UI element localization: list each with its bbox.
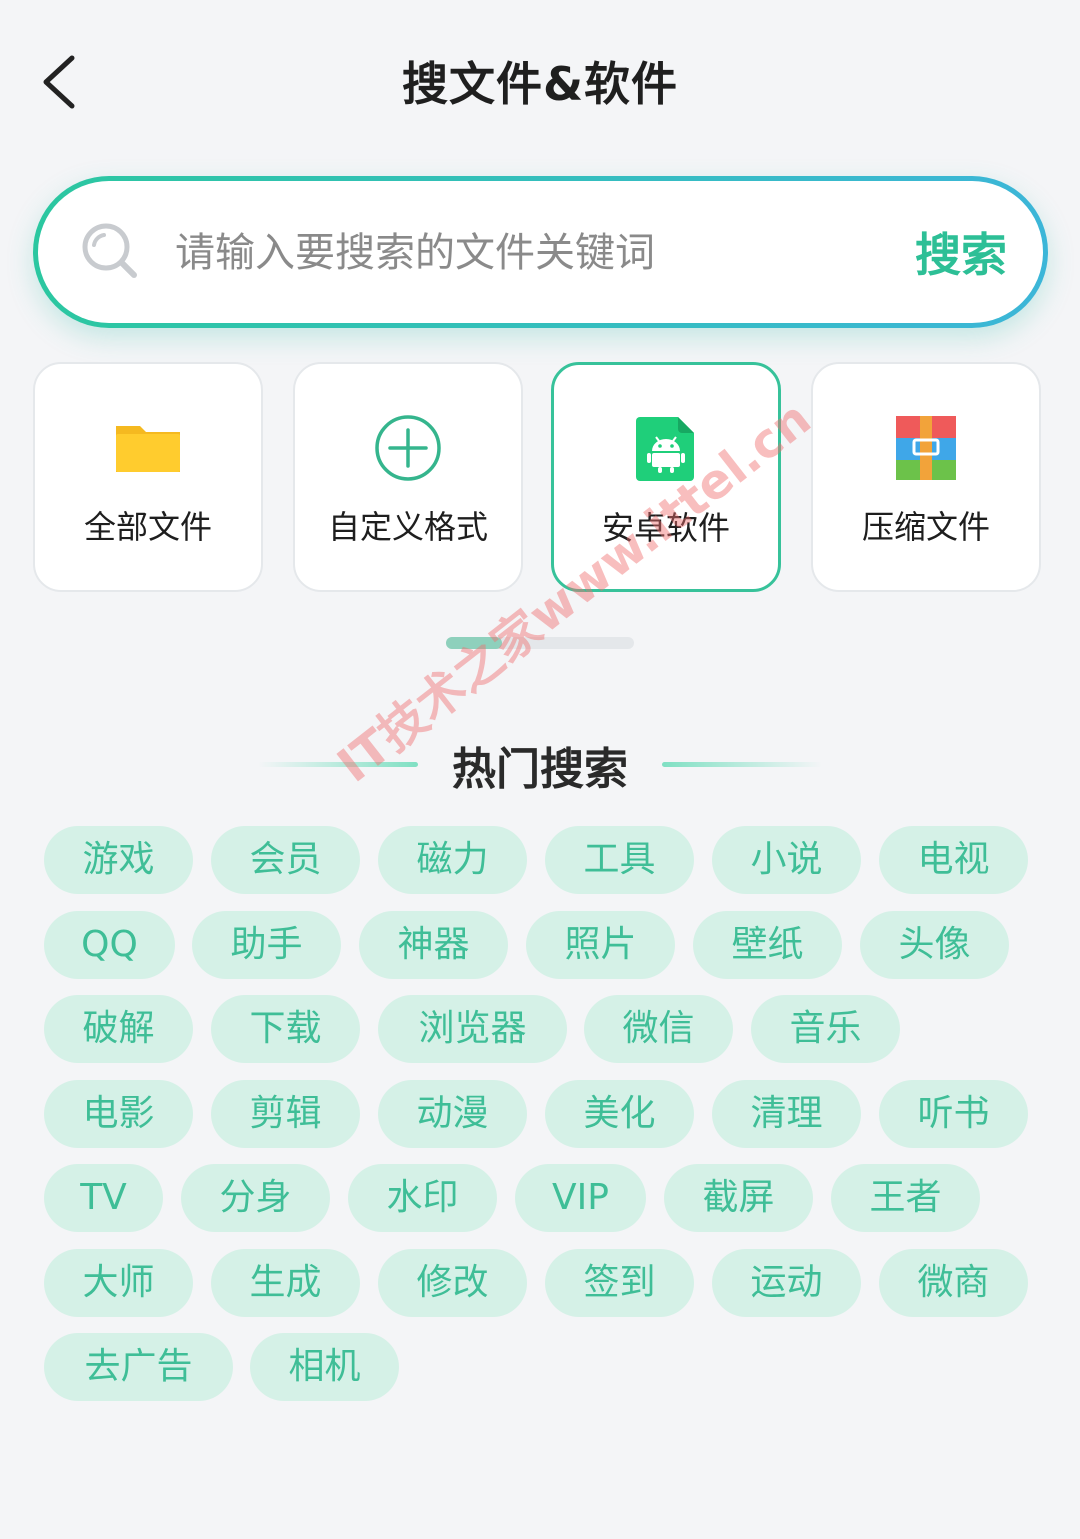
hot-tag[interactable]: 照片 bbox=[526, 910, 675, 979]
hot-tag[interactable]: 微商 bbox=[879, 1248, 1028, 1317]
tag-row: 去广告 相机 bbox=[44, 1333, 1044, 1418]
tag-row: QQ 助手 神器 照片 壁纸 头像 bbox=[44, 910, 1044, 996]
search-input[interactable] bbox=[173, 221, 877, 285]
hot-tag[interactable]: 签到 bbox=[545, 1248, 694, 1317]
search-box: 搜索 bbox=[38, 181, 1043, 323]
page-indicator-active bbox=[446, 637, 502, 649]
hot-tag[interactable]: 去广告 bbox=[44, 1333, 233, 1401]
hot-tag[interactable]: 磁力 bbox=[378, 826, 527, 894]
hot-tag[interactable]: 生成 bbox=[211, 1248, 360, 1317]
category-all-files[interactable]: 全部文件 bbox=[33, 362, 263, 592]
hot-tag[interactable]: 动漫 bbox=[378, 1079, 527, 1148]
archive-icon bbox=[896, 416, 956, 480]
page-indicator bbox=[446, 637, 634, 649]
hot-tag[interactable]: 助手 bbox=[192, 910, 341, 979]
category-label: 自定义格式 bbox=[327, 508, 488, 546]
search-icon bbox=[82, 223, 137, 278]
hot-tag[interactable]: 破解 bbox=[44, 995, 193, 1063]
tag-row: 大师 生成 修改 签到 运动 微商 bbox=[44, 1248, 1044, 1334]
category-label: 压缩文件 bbox=[861, 508, 990, 546]
category-archive[interactable]: 压缩文件 bbox=[811, 362, 1041, 592]
divider-right bbox=[662, 762, 822, 767]
hot-tag[interactable]: 清理 bbox=[712, 1079, 861, 1148]
category-label: 全部文件 bbox=[83, 508, 212, 546]
hot-tag[interactable]: 电视 bbox=[879, 826, 1028, 894]
hot-tag[interactable]: 会员 bbox=[211, 826, 360, 894]
tag-row: 游戏 会员 磁力 工具 小说 电视 bbox=[44, 826, 1044, 911]
hot-tag[interactable]: 下载 bbox=[211, 995, 360, 1063]
category-label: 安卓软件 bbox=[601, 509, 730, 547]
hot-tag[interactable]: 神器 bbox=[359, 910, 508, 979]
hot-tag[interactable]: VIP bbox=[515, 1164, 646, 1232]
hot-tag[interactable]: TV bbox=[44, 1164, 163, 1232]
hot-tag[interactable]: 电影 bbox=[44, 1079, 193, 1148]
hot-tag[interactable]: 游戏 bbox=[44, 826, 193, 894]
tag-row: 破解 下载 浏览器 微信 音乐 bbox=[44, 995, 1044, 1080]
hot-tag[interactable]: 运动 bbox=[712, 1248, 861, 1317]
hot-tag[interactable]: 水印 bbox=[348, 1164, 497, 1232]
category-row: 全部文件 自定义格式 安卓软件 压缩文件 bbox=[33, 362, 1045, 596]
hot-search-tags: 游戏 会员 磁力 工具 小说 电视 QQ 助手 神器 照片 壁纸 头像 破解 下… bbox=[44, 826, 1044, 1418]
hot-tag[interactable]: 壁纸 bbox=[693, 910, 842, 979]
hot-tag[interactable]: 剪辑 bbox=[211, 1079, 360, 1148]
tag-row: 电影 剪辑 动漫 美化 清理 听书 bbox=[44, 1079, 1044, 1165]
hot-tag[interactable]: 听书 bbox=[879, 1079, 1028, 1148]
hot-tag[interactable]: 工具 bbox=[545, 826, 694, 894]
hot-tag[interactable]: 分身 bbox=[181, 1164, 330, 1232]
category-android-software[interactable]: 安卓软件 bbox=[551, 362, 781, 592]
hot-tag[interactable]: 修改 bbox=[378, 1248, 527, 1317]
hot-tag[interactable]: 截屏 bbox=[664, 1164, 813, 1232]
category-custom-format[interactable]: 自定义格式 bbox=[293, 362, 523, 592]
plus-circle-icon bbox=[375, 415, 441, 481]
hot-tag[interactable]: 小说 bbox=[712, 826, 861, 894]
hot-tag[interactable]: 微信 bbox=[584, 995, 733, 1063]
search-bar: 搜索 bbox=[33, 176, 1048, 328]
hot-search-title: 热门搜索 bbox=[452, 744, 628, 795]
header-bar: 搜文件&软件 bbox=[0, 0, 1080, 160]
search-button[interactable]: 搜索 bbox=[915, 219, 1007, 285]
android-file-icon bbox=[636, 417, 694, 481]
hot-tag[interactable]: 美化 bbox=[545, 1079, 694, 1148]
hot-tag[interactable]: 王者 bbox=[831, 1164, 980, 1232]
hot-tag[interactable]: 头像 bbox=[860, 910, 1009, 979]
folder-icon bbox=[116, 426, 180, 472]
hot-tag[interactable]: 大师 bbox=[44, 1248, 193, 1317]
hot-tag[interactable]: 浏览器 bbox=[378, 995, 567, 1063]
hot-tag[interactable]: 音乐 bbox=[751, 995, 900, 1063]
page-title: 搜文件&软件 bbox=[401, 57, 679, 111]
hot-tag[interactable]: QQ bbox=[44, 910, 175, 979]
hot-search-header: 热门搜索 bbox=[0, 725, 1080, 805]
tag-row: TV 分身 水印 VIP 截屏 王者 bbox=[44, 1164, 1044, 1249]
hot-tag[interactable]: 相机 bbox=[250, 1333, 399, 1401]
